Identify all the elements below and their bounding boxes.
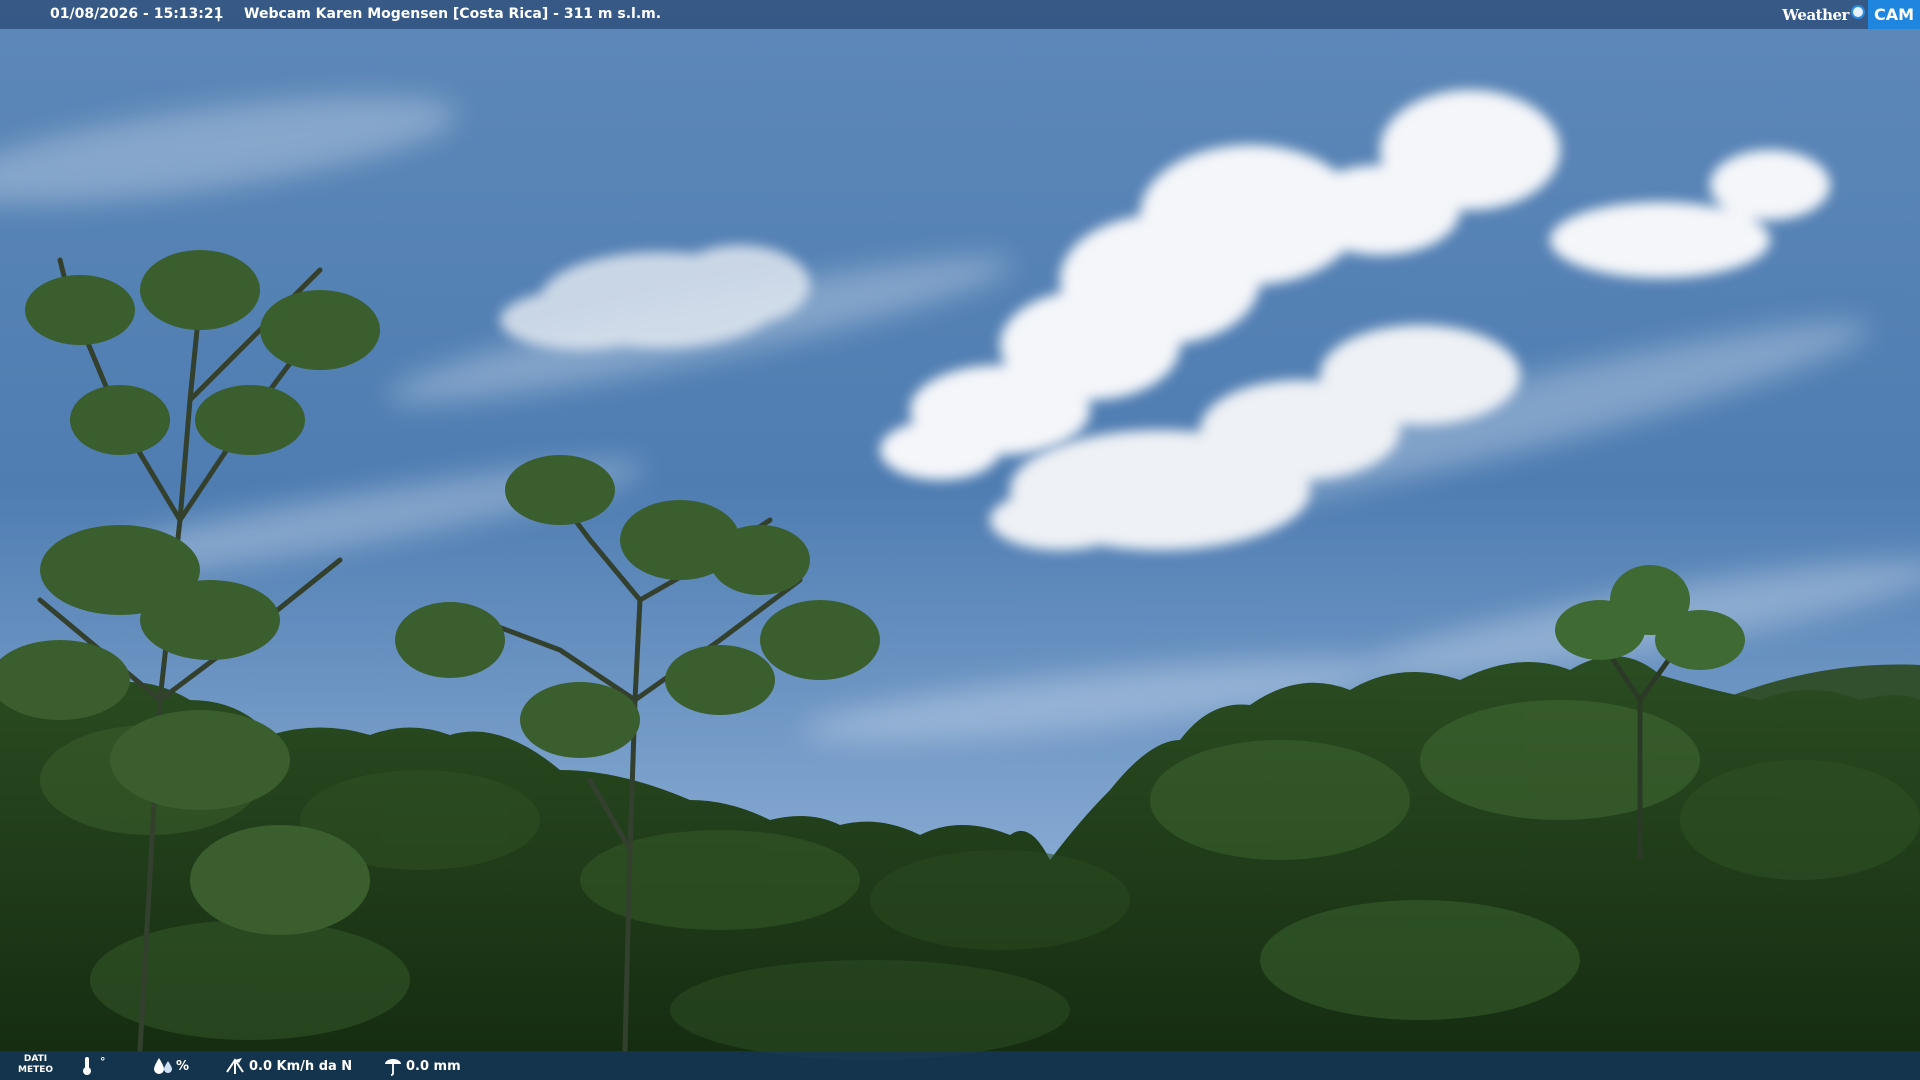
temperature-unit: ° [100,1055,106,1068]
separator: | [216,6,222,22]
meteo-bar: DATI METEO ° % 0.0 Km/h da N 0.0 mm [0,1051,1920,1080]
meteo-label: DATI METEO [18,1054,53,1076]
weathercam-logo[interactable]: Weather CAM [1782,0,1920,29]
humidity-unit: % [176,1059,190,1074]
meteo-label-line2: METEO [18,1065,54,1075]
humidity-drops-icon [154,1058,172,1074]
top-info-bar: 01/08/2026 - 15:13:21 | Webcam Karen Mog… [0,0,1920,29]
logo-word: Weather [1782,5,1849,24]
webcam-title: Webcam Karen Mogensen [Costa Rica] - 311… [244,6,662,22]
wind-icon [226,1058,244,1074]
rain-gauge-icon [385,1059,401,1076]
wind-reading: 0.0 Km/h da N [249,1059,353,1074]
webcam-image [0,0,1920,1080]
camera-lens-icon [1850,4,1865,19]
meteo-label-line1: DATI [23,1054,48,1064]
timestamp: 01/08/2026 - 15:13:21 [50,6,224,22]
thermometer-icon [83,1057,91,1075]
webcam-view: 01/08/2026 - 15:13:21 | Webcam Karen Mog… [0,0,1920,1080]
rain-reading: 0.0 mm [406,1059,461,1074]
logo-badge: CAM [1867,0,1920,29]
